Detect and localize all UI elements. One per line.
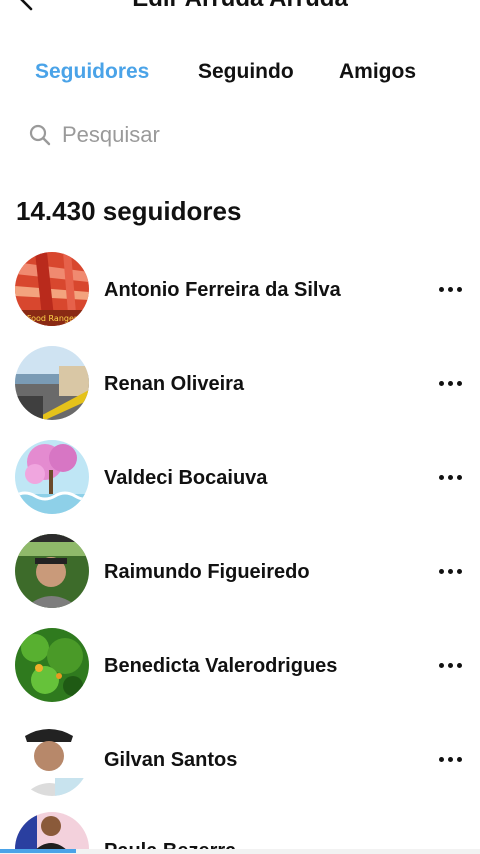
follower-name: Renan Oliveira — [104, 373, 245, 395]
avatar-image — [15, 346, 89, 420]
follower-name: Antonio Ferreira da Silva — [104, 279, 341, 301]
search-bar[interactable] — [28, 118, 458, 152]
avatar-image — [15, 534, 89, 608]
followers-count: 14.430 seguidores — [16, 196, 242, 226]
avatar — [15, 534, 89, 608]
avatar — [15, 812, 89, 854]
more-dots-icon — [438, 474, 444, 480]
avatar — [15, 440, 89, 514]
list-item[interactable]: Gilvan Santos — [0, 720, 480, 798]
avatar — [15, 628, 89, 702]
more-options-button[interactable] — [432, 465, 468, 489]
follower-name: Gilvan Santos — [104, 749, 238, 771]
tab-friends[interactable]: Amigos — [339, 58, 416, 86]
home-indicator — [0, 849, 480, 854]
tab-bar: Seguidores Seguindo Amigos — [0, 54, 480, 90]
avatar-image — [15, 628, 89, 702]
search-icon — [29, 124, 51, 146]
page-title: Edir Arruda Arruda — [0, 0, 480, 14]
avatar-image — [15, 812, 89, 854]
follower-name: Raimundo Figueiredo — [104, 561, 310, 583]
more-options-button[interactable] — [432, 277, 468, 301]
more-dots-icon — [438, 568, 444, 574]
avatar-watermark: Food Ranger — [27, 314, 78, 323]
avatar — [15, 722, 89, 796]
followers-screen: Edir Arruda Arruda Seguidores Seguindo A… — [0, 0, 480, 854]
list-item[interactable]: Benedicta Valerodrigues — [0, 626, 480, 704]
more-options-button[interactable] — [432, 559, 468, 583]
list-item[interactable]: Renan Oliveira — [0, 344, 480, 422]
tab-followers[interactable]: Seguidores — [35, 58, 149, 86]
tab-following[interactable]: Seguindo — [198, 58, 294, 86]
more-options-button[interactable] — [432, 653, 468, 677]
more-dots-icon — [438, 662, 444, 668]
more-dots-icon — [438, 380, 444, 386]
follower-name: Valdeci Bocaiuva — [104, 467, 268, 489]
scroll-indicator — [0, 849, 76, 853]
avatar-image — [15, 722, 89, 796]
top-bar: Edir Arruda Arruda — [0, 0, 480, 20]
list-item[interactable]: Raimundo Figueiredo — [0, 532, 480, 610]
avatar-image: Food Ranger — [15, 252, 89, 326]
list-item[interactable]: Valdeci Bocaiuva — [0, 438, 480, 516]
list-item[interactable]: Paula Bezerra — [0, 812, 480, 854]
search-input[interactable] — [62, 122, 422, 148]
avatar-image — [15, 440, 89, 514]
list-item[interactable]: Food Ranger Antonio Ferreira da Silva — [0, 250, 480, 328]
follower-name: Benedicta Valerodrigues — [104, 655, 338, 677]
more-dots-icon — [438, 756, 444, 762]
avatar — [15, 346, 89, 420]
avatar: Food Ranger — [15, 252, 89, 326]
more-options-button[interactable] — [432, 747, 468, 771]
more-options-button[interactable] — [432, 371, 468, 395]
more-dots-icon — [438, 286, 444, 292]
